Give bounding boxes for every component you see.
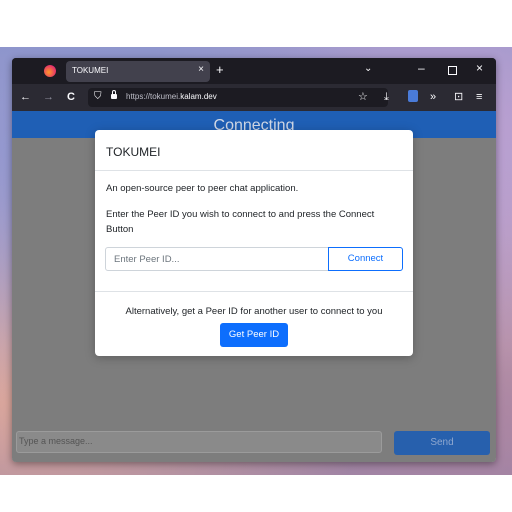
- modal-instruction: Enter the Peer ID you wish to connect to…: [106, 209, 375, 235]
- connect-button[interactable]: Connect: [328, 247, 403, 271]
- modal-intro: An open-source peer to peer chat applica…: [106, 183, 299, 194]
- reload-icon[interactable]: C: [67, 90, 75, 104]
- alternative-text: Alternatively, get a Peer ID for another…: [125, 306, 383, 317]
- get-peer-id-button[interactable]: Get Peer ID: [220, 323, 288, 347]
- tab-title: TOKUMEI: [72, 66, 109, 75]
- peer-id-input[interactable]: [105, 247, 329, 271]
- menu-icon[interactable]: ≡: [476, 90, 482, 104]
- connect-modal: TOKUMEI An open-source peer to peer chat…: [95, 130, 413, 356]
- star-icon[interactable]: ☆: [358, 90, 368, 104]
- back-icon[interactable]: ←: [20, 90, 31, 104]
- window-close-icon[interactable]: ×: [476, 61, 483, 75]
- address-bar[interactable]: ⛉ https://tokumei.kalam.dev: [88, 88, 388, 107]
- overflow-icon[interactable]: »: [430, 90, 436, 104]
- tab-tokumei[interactable]: TOKUMEI ×: [66, 61, 210, 82]
- modal-footer-divider: [95, 291, 413, 292]
- tab-list-icon[interactable]: ⌄: [364, 63, 372, 74]
- extension-icon[interactable]: [408, 90, 418, 102]
- url-text[interactable]: https://tokumei.kalam.dev: [126, 92, 217, 101]
- message-input[interactable]: Type a message...: [16, 431, 382, 453]
- url-prefix: https://tokumei.: [126, 92, 181, 101]
- firefox-icon: [44, 65, 56, 77]
- lock-icon[interactable]: [111, 90, 117, 99]
- tab-close-icon[interactable]: ×: [198, 64, 204, 75]
- navigation-toolbar: ← → C ⛉ https://tokumei.kalam.dev ☆ ⤓ » …: [12, 84, 496, 111]
- modal-header-divider: [95, 170, 413, 171]
- modal-title: TOKUMEI: [106, 145, 161, 159]
- download-icon[interactable]: ⤓: [384, 90, 389, 104]
- new-tab-icon[interactable]: +: [216, 62, 224, 77]
- forward-icon[interactable]: →: [43, 90, 54, 104]
- shield-icon[interactable]: ⛉: [94, 91, 102, 102]
- send-button[interactable]: Send: [394, 431, 490, 455]
- minimize-icon[interactable]: –: [418, 61, 425, 75]
- url-domain: kalam.dev: [180, 92, 217, 101]
- tab-bar: TOKUMEI × + ⌄ – ×: [12, 58, 496, 84]
- maximize-icon[interactable]: [448, 66, 457, 75]
- puzzle-icon[interactable]: ⊡: [454, 90, 463, 104]
